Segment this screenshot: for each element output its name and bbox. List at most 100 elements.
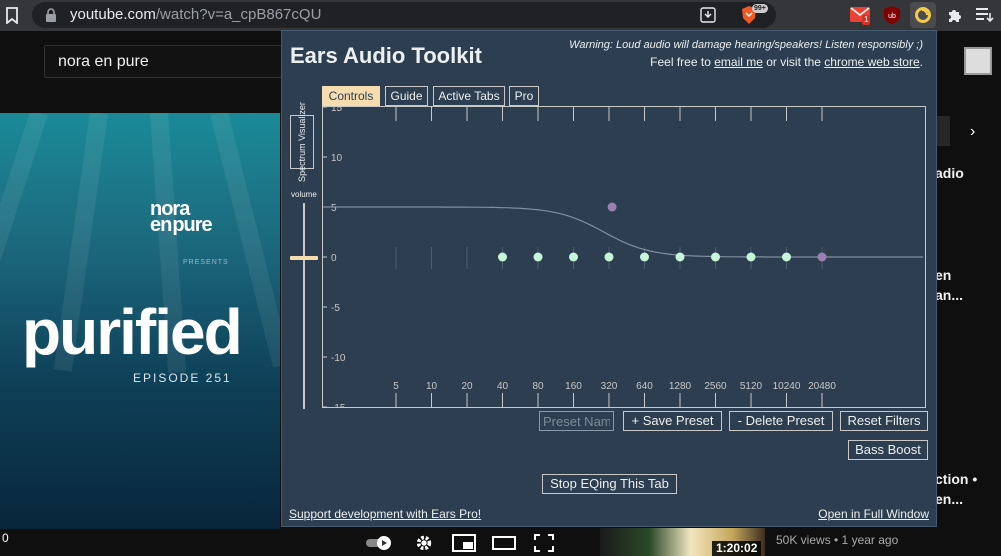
x-tick-label: 320	[601, 381, 618, 392]
volume-slider-handle[interactable]	[290, 256, 318, 260]
visualizer-label: Spectrum Visualizer	[297, 102, 307, 182]
x-tick-label: 10240	[773, 381, 801, 392]
url-host: youtube.com	[70, 6, 156, 23]
miniplayer-icon[interactable]	[452, 534, 476, 552]
tab-guide[interactable]: Guide	[385, 86, 428, 106]
fullscreen-icon[interactable]	[534, 534, 554, 552]
video-title-art: purified	[22, 296, 243, 368]
x-tick-label: 20480	[808, 381, 836, 392]
youtube-search-value: nora en pure	[58, 53, 149, 70]
url-text[interactable]: youtube.com/watch?v=a_cpB867cQU	[70, 6, 321, 23]
peaking-filter-handle[interactable]	[746, 252, 756, 262]
sidebar-title-fragment[interactable]: en	[935, 267, 951, 283]
install-app-icon[interactable]	[700, 7, 716, 23]
video-player[interactable]: nora en pure PRESENTS purified EPISODE 25…	[0, 113, 280, 533]
chrome-store-link[interactable]: chrome web store	[824, 55, 919, 69]
sidebar-title-fragment[interactable]: an...	[935, 287, 963, 303]
tab-pro[interactable]: Pro	[509, 86, 539, 106]
ears-popup: Ears Audio Toolkit Warning: Loud audio w…	[281, 30, 937, 527]
thumbnail-duration: 1:20:02	[712, 541, 762, 556]
account-avatar[interactable]	[964, 47, 992, 75]
popup-title: Ears Audio Toolkit	[290, 43, 482, 68]
sidebar-title-fragment[interactable]: en...	[935, 491, 963, 507]
y-tick-label: -10	[331, 353, 346, 364]
lock-icon[interactable]	[45, 8, 57, 22]
x-tick-label: 40	[497, 381, 509, 392]
x-tick-label: 1280	[669, 381, 692, 392]
address-bar[interactable]: youtube.com/watch?v=a_cpB867cQU 99+	[32, 2, 776, 28]
x-tick-label: 5120	[740, 381, 763, 392]
sidebar-title-fragment[interactable]: adio	[935, 165, 964, 181]
eq-graph-svg[interactable]: 2520151050-5-10-15-20-255102040801603206…	[323, 107, 925, 407]
peaking-filter-handle[interactable]	[498, 252, 507, 262]
autoplay-toggle-icon[interactable]	[366, 534, 394, 552]
open-full-window-link[interactable]: Open in Full Window	[818, 507, 929, 521]
peaking-filter-handle[interactable]	[569, 252, 578, 262]
x-tick-label: 80	[532, 381, 544, 392]
extensions-puzzle-icon[interactable]	[946, 6, 964, 24]
x-tick-label: 160	[565, 381, 582, 392]
stop-eq-button[interactable]: Stop EQing This Tab	[542, 474, 677, 494]
peaking-filter-handle[interactable]	[640, 252, 649, 262]
x-tick-label: 10	[426, 381, 438, 392]
video-episode: EPISODE 251	[133, 371, 232, 385]
eq-response-curve	[323, 206, 923, 258]
highshelf-filter-handle[interactable]	[817, 252, 827, 262]
ears-logo-icon	[915, 7, 931, 23]
bookmark-icon[interactable]	[6, 7, 18, 24]
sidebar-title-fragment[interactable]: ction •	[935, 471, 977, 487]
browser-toolbar: youtube.com/watch?v=a_cpB867cQU 99+ 1 ub	[0, 0, 1001, 31]
y-tick-label: 15	[331, 107, 343, 114]
spectrum-visualizer-button[interactable]: Spectrum Visualizer	[290, 102, 314, 182]
y-tick-label: 5	[331, 203, 337, 214]
contact-info: Feel free to email me or visit the chrom…	[650, 55, 923, 69]
x-tick-label: 20	[461, 381, 473, 392]
y-tick-label: -5	[331, 303, 340, 314]
ublock-origin-icon[interactable]: ub	[884, 6, 900, 24]
x-tick-label: 2560	[704, 381, 727, 392]
y-tick-label: 0	[331, 253, 337, 264]
peaking-filter-handle[interactable]	[604, 252, 614, 262]
info-prefix: Feel free to	[650, 55, 711, 69]
y-tick-label: -15	[331, 403, 346, 407]
volume-slider-track[interactable]	[303, 203, 305, 409]
y-tick-label: 10	[331, 153, 343, 164]
chip-next-arrow-icon[interactable]: ›	[970, 123, 975, 141]
reading-list-icon[interactable]	[976, 7, 994, 23]
ears-extension-icon[interactable]	[910, 2, 936, 28]
theater-mode-icon[interactable]	[492, 534, 516, 552]
video-artist-logo: nora en pure	[150, 199, 213, 236]
url-path: /watch?v=a_cpB867cQU	[155, 6, 322, 23]
youtube-search-input[interactable]: nora en pure	[44, 45, 284, 78]
video-presents: PRESENTS	[183, 259, 229, 266]
gmail-unread-badge: 1	[862, 15, 871, 25]
eq-graph[interactable]: 2520151050-5-10-15-20-255102040801603206…	[322, 106, 926, 408]
bass-boost-button[interactable]: Bass Boost	[848, 440, 928, 460]
delete-preset-button[interactable]: - Delete Preset	[729, 411, 833, 431]
peaking-filter-handle[interactable]	[533, 252, 543, 262]
support-pro-link[interactable]: Support development with Ears Pro!	[289, 507, 481, 521]
logo-line-3: pure	[172, 214, 212, 236]
save-preset-button[interactable]: + Save Preset	[623, 411, 722, 431]
peaking-filter-handle[interactable]	[782, 252, 791, 262]
recommended-meta: 50K views • 1 year ago	[776, 533, 899, 547]
volume-label: volume	[291, 190, 317, 199]
info-suffix: .	[919, 55, 923, 69]
info-mid: or visit the	[766, 55, 821, 69]
preset-name-input[interactable]	[539, 411, 614, 431]
x-tick-label: 640	[636, 381, 653, 392]
peaking-filter-handle[interactable]	[675, 252, 685, 262]
x-tick-label: 5	[393, 381, 399, 392]
hearing-warning: Warning: Loud audio will damage hearing/…	[569, 39, 923, 51]
tab-controls[interactable]: Controls	[322, 86, 380, 106]
svg-text:ub: ub	[888, 13, 896, 20]
brave-count-badge: 99+	[752, 4, 768, 13]
peaking-filter-handle[interactable]	[711, 252, 720, 262]
tab-active-tabs[interactable]: Active Tabs	[433, 86, 505, 106]
reset-filters-button[interactable]: Reset Filters	[840, 411, 928, 431]
current-time: 0	[2, 531, 9, 545]
player-controls: 0	[0, 529, 600, 556]
settings-gear-icon[interactable]	[414, 534, 434, 552]
lowshelf-filter-handle[interactable]	[607, 202, 617, 212]
email-link[interactable]: email me	[714, 55, 763, 69]
